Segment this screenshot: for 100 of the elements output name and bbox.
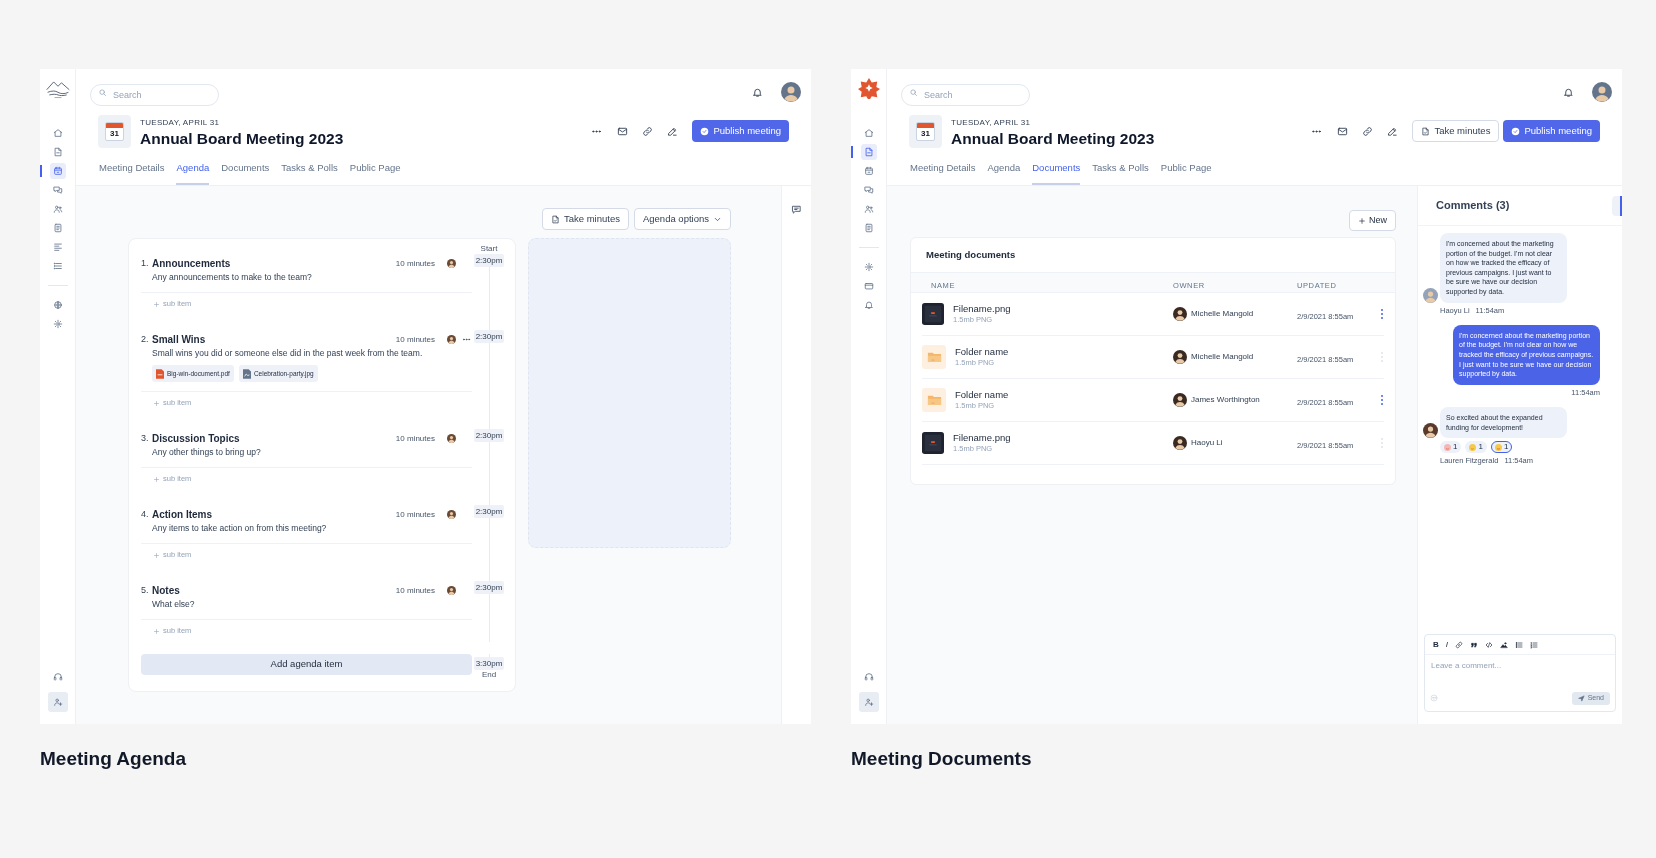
time-pill: 2:30pm [473,581,505,594]
document-icon [52,147,63,157]
italic-button[interactable]: I [1445,638,1448,651]
caption: Meeting Agenda [40,747,188,771]
reaction-chip[interactable]: 1 [1440,441,1462,454]
add-user-button[interactable] [858,692,879,712]
timeline-label: End [481,670,497,679]
avatar [447,259,456,268]
add-user-button[interactable] [47,692,68,712]
search-field[interactable]: Search [901,84,1030,106]
publish-button[interactable]: Publish meeting [1503,120,1600,142]
file-icon [52,223,63,233]
agenda-options-button[interactable]: Agenda options [633,208,731,230]
list-icon [52,261,63,271]
tab[interactable]: Tasks & Polls [281,160,338,185]
emoji-icon [1469,443,1477,451]
avatar [447,586,456,595]
item-number: 5. [141,584,150,597]
avatar [447,510,456,519]
meeting-title: Annual Board Meeting 2023 [951,129,1155,149]
plus-icon [153,627,160,635]
item-description: Any announcements to make to the team? [152,271,313,283]
caption: Meeting Documents [851,747,1033,771]
image-file-icon [242,368,251,379]
document-icon [863,147,874,157]
reaction-chip[interactable]: 1 [1490,441,1513,454]
code-icon[interactable] [1485,640,1493,649]
emoji-icon [1494,443,1502,451]
time-pill: 2:30pm [473,429,505,442]
notification-icon[interactable] [1563,86,1574,98]
link-icon[interactable] [1455,640,1463,649]
check-icon [1511,126,1521,136]
item-description: Small wins you did or someone else did in the past week from the team. [152,347,424,359]
tab[interactable]: Public Page [349,160,401,185]
add-agenda-item-button[interactable]: Add agenda item [141,654,472,675]
tab[interactable]: Meeting Details [99,160,165,185]
send-icon [1577,694,1585,702]
meeting-title: Annual Board Meeting 2023 [140,129,344,149]
avatar [1173,393,1187,407]
tab[interactable]: Public Page [1160,160,1212,185]
plus-icon [153,475,160,483]
tab[interactable]: Meeting Details [910,160,976,185]
reaction-chip[interactable]: 1 [1465,441,1487,454]
avatar [447,335,456,344]
row-menu-icon[interactable] [1380,308,1384,320]
image-icon[interactable] [1500,640,1508,649]
item-number: 2. [141,333,150,346]
avatar [1423,423,1438,439]
support-icon[interactable] [52,672,63,682]
link-icon[interactable] [642,125,654,137]
item-number: 3. [141,432,150,445]
publish-button[interactable]: Publish meeting [692,120,789,142]
comments-title: Comments (3) [1436,198,1510,214]
tab[interactable]: Tasks & Polls [1092,160,1149,185]
search-field[interactable]: Search [90,84,219,106]
card-icon [863,281,874,291]
sidebar-button[interactable] [49,163,66,179]
file-icon [863,223,874,233]
new-button[interactable]: New [1349,210,1396,231]
tab[interactable]: Documents [221,160,270,185]
calendar-page: 31 [105,122,124,141]
comment-icon[interactable] [791,204,802,215]
active-indicator [40,165,42,177]
mail-icon[interactable] [1337,125,1349,137]
take-minutes-button[interactable]: Take minutes [542,208,629,230]
bulleted-list-icon[interactable] [1515,640,1523,649]
home-icon [52,128,63,138]
link-icon[interactable] [1362,125,1374,137]
tab[interactable]: Agenda [987,160,1021,185]
take-minutes-button[interactable]: Take minutes [1412,120,1500,142]
file-name: Filename.png [953,303,1011,315]
timeline-label: Start [480,244,498,253]
folder-icon [922,345,946,369]
edit-icon[interactable] [1387,125,1399,137]
more-icon[interactable] [461,335,472,344]
mail-icon[interactable] [617,125,629,137]
item-title: Announcements [152,257,231,270]
row-menu-icon[interactable] [1380,394,1384,406]
quote-icon[interactable] [1470,640,1478,649]
calendar-page: 31 [916,122,935,141]
logo [857,77,880,99]
owner-name: James Worthington [1191,394,1260,406]
notification-icon[interactable] [752,86,763,98]
time-pill: 2:30pm [473,505,505,518]
support-icon[interactable] [863,672,874,682]
avatar [1592,82,1612,102]
avatar [1173,436,1187,450]
item-duration: 10 minutes [395,432,435,445]
avatar [1423,287,1438,303]
numbered-list-icon[interactable] [1530,640,1538,649]
panel-toggle-button[interactable] [1612,195,1622,216]
globe-icon [52,300,63,310]
item-title: Small Wins [152,333,206,346]
file-name: Folder name [955,346,1009,358]
search-icon [98,87,107,97]
sidebar-button[interactable] [860,144,877,160]
item-title: Notes [152,584,180,597]
calendar-icon [863,166,874,176]
bold-button[interactable]: B [1433,638,1439,651]
edit-icon[interactable] [667,125,679,137]
